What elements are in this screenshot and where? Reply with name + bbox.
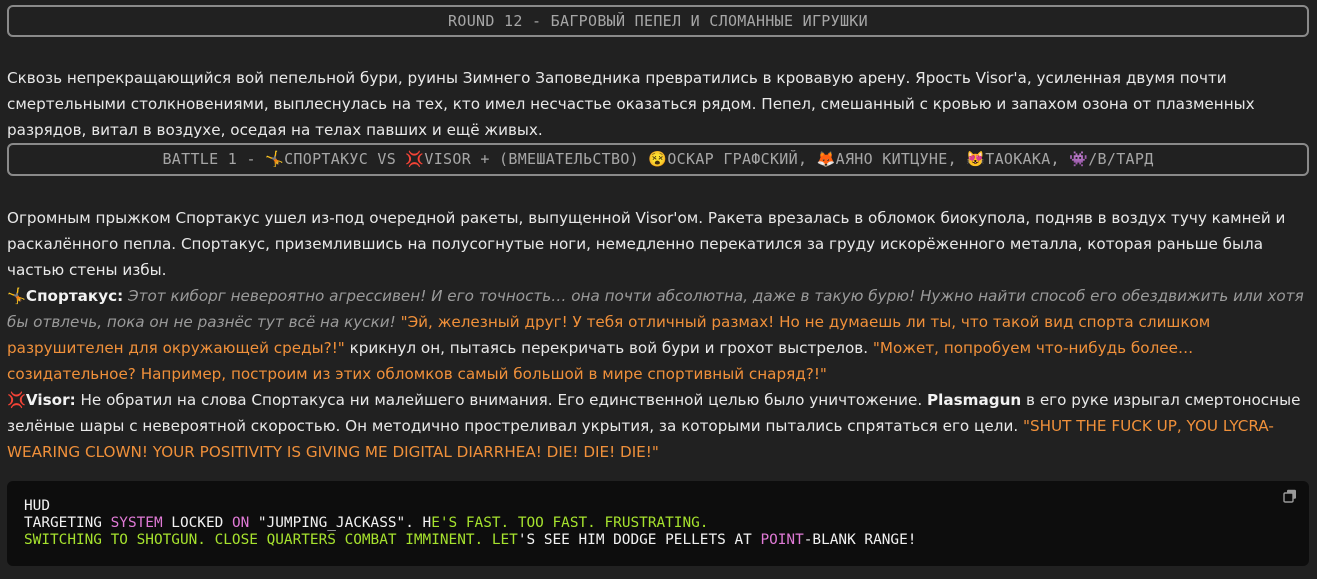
anger-emoji-icon: 💢 xyxy=(405,150,425,168)
space-invader-icon: 👾 xyxy=(1069,150,1089,168)
battle-prefix: BATTLE 1 - xyxy=(162,150,266,168)
hud-text: 'S SEE HIM DODGE PELLETS AT xyxy=(517,532,761,548)
battle-visor: VISOR + (ВМЕШАТЕЛЬСТВО) xyxy=(424,150,649,168)
hud-line-3: SWITCHING TO SHOTGUN. CLOSE QUARTERS COM… xyxy=(24,532,916,548)
hud-text: -BLANK RANGE! xyxy=(803,532,917,548)
intro-paragraph: Сквозь непрекращающийся вой пепельной бу… xyxy=(7,69,1255,139)
hud-code-block: HUD TARGETING SYSTEM LOCKED ON "JUMPING_… xyxy=(7,481,1309,566)
round-header-text: ROUND 12 - БАГРОВЫЙ ПЕПЕЛ И СЛОМАННЫЕ ИГ… xyxy=(448,12,868,30)
sportakus-line: 🤸Спортакус: Этот киборг невероятно агрес… xyxy=(7,283,1309,387)
battle-btard: /В/ТАРД xyxy=(1088,150,1154,168)
dizzy-face-icon: 😵 xyxy=(648,150,668,168)
sportakus-emoji-icon: 🤸 xyxy=(7,287,26,305)
cat-hearts-icon: 😻 xyxy=(966,150,986,168)
hud-text: TARGETING xyxy=(24,515,111,531)
battle-oskar: ОСКАР ГРАФСКИЙ, xyxy=(667,150,817,168)
battle-header: BATTLE 1 - 🤸СПОРТАКУС VS 💢VISOR + (ВМЕША… xyxy=(7,143,1309,176)
hud-string: SWITCHING TO SHOTGUN. CLOSE QUARTERS COM… xyxy=(24,532,518,548)
battle-taokaka: ТАОКАКА, xyxy=(985,150,1070,168)
speaker-visor: Visor: xyxy=(25,391,76,409)
battle-text: Огромным прыжком Спортакус ушел из-под о… xyxy=(7,205,1309,465)
hud-text: "JUMPING_JACKASS". H xyxy=(249,515,432,531)
visor-text-1: Не обратил на слова Спортакуса ни малейш… xyxy=(75,391,928,409)
visor-line: 💢Visor: Не обратил на слова Спортакуса н… xyxy=(7,387,1309,465)
hud-keyword: ON xyxy=(231,515,250,531)
speaker-sportakus: Спортакус: xyxy=(25,287,124,305)
battle-vs: VS xyxy=(368,150,406,168)
hud-string: E'S FAST. TOO FAST. FRUSTRATING. xyxy=(431,515,709,531)
copy-icon[interactable] xyxy=(1283,489,1297,503)
hud-line-1: HUD xyxy=(24,498,50,514)
hud-keyword: SYSTEM xyxy=(110,515,163,531)
sportakus-emoji-icon: 🤸 xyxy=(265,150,285,168)
hud-line-2: TARGETING SYSTEM LOCKED ON "JUMPING_JACK… xyxy=(24,515,708,531)
visor-weapon: Plasmagun xyxy=(927,391,1022,409)
narrative-paragraph: Огромным прыжком Спортакус ушел из-под о… xyxy=(7,209,1286,279)
anger-emoji-icon: 💢 xyxy=(7,391,26,409)
battle-ayano: АЯНО КИТЦУНЕ, xyxy=(835,150,967,168)
hud-text: LOCKED xyxy=(162,515,232,531)
fox-emoji-icon: 🦊 xyxy=(816,150,836,168)
sportakus-narration: крикнул он, пытаясь перекричать вой бури… xyxy=(344,339,873,357)
battle-sportakus: СПОРТАКУС xyxy=(284,150,369,168)
hud-keyword: POINT xyxy=(760,532,804,548)
round-header: ROUND 12 - БАГРОВЫЙ ПЕПЕЛ И СЛОМАННЫЕ ИГ… xyxy=(7,5,1309,37)
